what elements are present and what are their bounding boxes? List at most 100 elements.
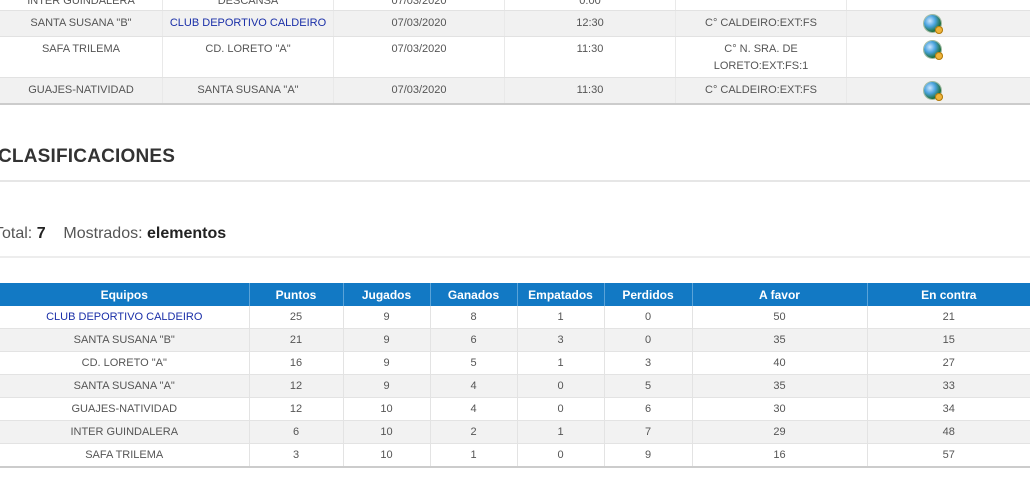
cell-puntos: 6 <box>249 420 344 444</box>
table-row: GUAJES-NATIVIDAD 12 10 4 0 6 30 34 <box>0 397 1030 421</box>
col-header-puntos[interactable]: Puntos <box>249 283 344 306</box>
cell-ganados: 4 <box>430 374 518 398</box>
cell-a-favor: 40 <box>692 351 868 375</box>
cell-perdidos: 7 <box>604 420 693 444</box>
match-time: 11:30 <box>505 37 676 77</box>
cell-ganados: 5 <box>430 351 518 375</box>
cell-a-favor: 50 <box>692 306 868 329</box>
team-name: SAFA TRILEMA <box>0 443 250 468</box>
cell-empatados: 1 <box>517 306 605 329</box>
table-row: SANTA SUSANA "B" 21 9 6 3 0 35 15 <box>0 328 1030 352</box>
col-header-en-contra[interactable]: En contra <box>867 283 1030 306</box>
cell-puntos: 3 <box>249 443 344 468</box>
totals-summary: Total: 7 Mostrados: elementos <box>0 225 226 243</box>
divider <box>0 180 1030 182</box>
cell-puntos: 16 <box>249 351 344 375</box>
cell-jugados: 9 <box>343 374 431 398</box>
table-row: CD. LORETO "A" 16 9 5 1 3 40 27 <box>0 351 1030 375</box>
col-header-ganados[interactable]: Ganados <box>430 283 518 306</box>
team-name-link[interactable]: CLUB DEPORTIVO CALDEIRO <box>0 306 250 329</box>
cell-a-favor: 29 <box>692 420 868 444</box>
match-time: 0:00 <box>505 0 676 10</box>
cell-en-contra: 57 <box>867 443 1030 468</box>
match-date: 07/03/2020 <box>334 37 505 77</box>
match-local: SANTA SUSANA "B" <box>0 11 163 36</box>
team-name: INTER GUINDALERA <box>0 420 250 444</box>
cell-puntos: 21 <box>249 328 344 352</box>
match-venue: C° CALDEIRO:EXT:FS <box>676 78 847 103</box>
cell-en-contra: 34 <box>867 397 1030 421</box>
cell-a-favor: 30 <box>692 397 868 421</box>
cell-ganados: 6 <box>430 328 518 352</box>
shown-label: Mostrados: <box>63 225 143 242</box>
cell-en-contra: 21 <box>867 306 1030 329</box>
cell-empatados: 3 <box>517 328 605 352</box>
match-date: 07/03/2020 <box>334 78 505 103</box>
table-row: SANTA SUSANA "A" 12 9 4 0 5 35 33 <box>0 374 1030 398</box>
cell-a-favor: 16 <box>692 443 868 468</box>
shown-value: elementos <box>146 225 227 242</box>
match-map-cell <box>847 0 1017 10</box>
match-date: 07/03/2020 <box>334 11 505 36</box>
match-date: 07/03/2020 <box>334 0 505 10</box>
cell-perdidos: 0 <box>604 328 693 352</box>
cell-jugados: 10 <box>343 397 431 421</box>
cell-empatados: 0 <box>517 443 605 468</box>
match-local: INTER GUINDALERA <box>0 0 163 10</box>
cell-jugados: 9 <box>343 306 431 329</box>
standings-table: Equipos Puntos Jugados Ganados Empatados… <box>0 283 1030 468</box>
cell-jugados: 10 <box>343 420 431 444</box>
match-visitor: DESCANSA <box>163 0 334 10</box>
cell-jugados: 9 <box>343 328 431 352</box>
globe-map-icon[interactable] <box>923 82 943 101</box>
cell-perdidos: 5 <box>604 374 693 398</box>
match-visitor-link[interactable]: CLUB DEPORTIVO CALDEIRO <box>163 11 334 36</box>
cell-ganados: 4 <box>430 397 518 421</box>
cell-perdidos: 9 <box>604 443 693 468</box>
match-local: SAFA TRILEMA <box>0 37 163 77</box>
standings-header-row: Equipos Puntos Jugados Ganados Empatados… <box>0 283 1030 306</box>
cell-ganados: 1 <box>430 443 518 468</box>
cell-puntos: 12 <box>249 397 344 421</box>
match-map-cell <box>847 11 1017 36</box>
match-visitor: SANTA SUSANA "A" <box>163 78 334 103</box>
match-venue: C° N. SRA. DE LORETO:EXT:FS:1 <box>676 37 847 77</box>
col-header-equipos[interactable]: Equipos <box>0 283 250 306</box>
cell-en-contra: 33 <box>867 374 1030 398</box>
cell-empatados: 1 <box>517 420 605 444</box>
cell-jugados: 10 <box>343 443 431 468</box>
col-header-perdidos[interactable]: Perdidos <box>604 283 693 306</box>
team-name: SANTA SUSANA "A" <box>0 374 250 398</box>
cell-puntos: 12 <box>249 374 344 398</box>
cell-perdidos: 0 <box>604 306 693 329</box>
cell-ganados: 2 <box>430 420 518 444</box>
cell-en-contra: 27 <box>867 351 1030 375</box>
col-header-empatados[interactable]: Empatados <box>517 283 605 306</box>
col-header-a-favor[interactable]: A favor <box>692 283 868 306</box>
table-row: SAFA TRILEMA 3 10 1 0 9 16 57 <box>0 443 1030 468</box>
team-name: SANTA SUSANA "B" <box>0 328 250 352</box>
match-visitor: CD. LORETO "A" <box>163 37 334 77</box>
globe-map-icon[interactable] <box>923 15 943 34</box>
total-value: 7 <box>36 225 46 242</box>
section-title: CLASIFICACIONES <box>0 146 176 167</box>
match-row: SANTA SUSANA "B" CLUB DEPORTIVO CALDEIRO… <box>0 11 1030 37</box>
team-name: CD. LORETO "A" <box>0 351 250 375</box>
match-map-cell <box>847 37 1017 77</box>
cell-empatados: 0 <box>517 397 605 421</box>
cell-a-favor: 35 <box>692 374 868 398</box>
cell-empatados: 1 <box>517 351 605 375</box>
cell-perdidos: 3 <box>604 351 693 375</box>
divider <box>0 256 1030 258</box>
match-row: INTER GUINDALERA DESCANSA 07/03/2020 0:0… <box>0 0 1030 11</box>
match-time: 11:30 <box>505 78 676 103</box>
matches-table: INTER GUINDALERA DESCANSA 07/03/2020 0:0… <box>0 0 1030 105</box>
table-row: INTER GUINDALERA 6 10 2 1 7 29 48 <box>0 420 1030 444</box>
cell-en-contra: 15 <box>867 328 1030 352</box>
cell-ganados: 8 <box>430 306 518 329</box>
total-label: Total: <box>0 225 33 242</box>
match-local: GUAJES-NATIVIDAD <box>0 78 163 103</box>
globe-map-icon[interactable] <box>923 41 943 60</box>
col-header-jugados[interactable]: Jugados <box>343 283 431 306</box>
team-name: GUAJES-NATIVIDAD <box>0 397 250 421</box>
